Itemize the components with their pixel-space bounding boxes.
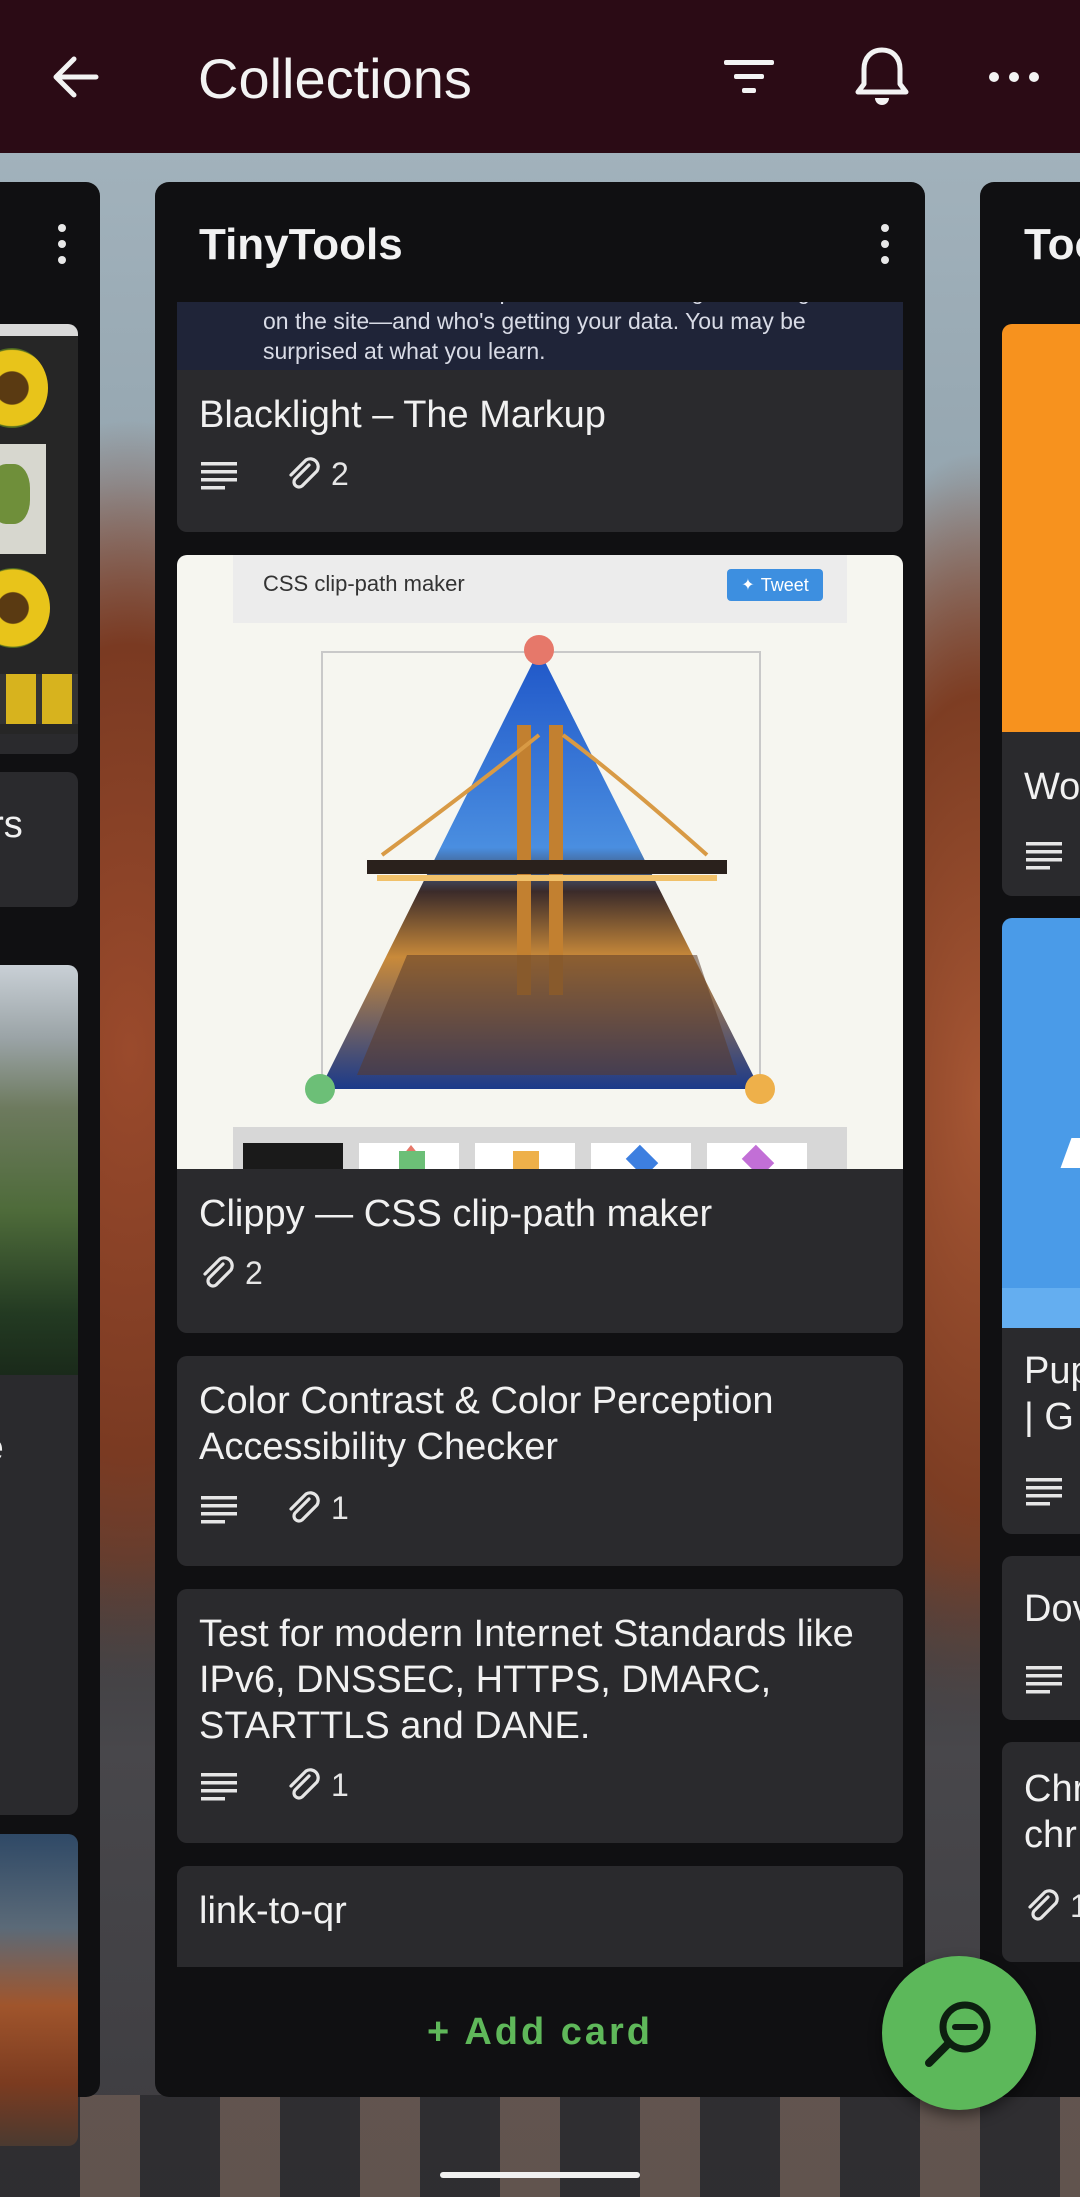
board-list-left: ers re xyxy=(0,182,100,2146)
attachment-count: 1 xyxy=(331,1490,349,1526)
description-icon xyxy=(199,1492,239,1526)
card-title-fragment: Pup xyxy=(1024,1350,1080,1392)
list-title: TinyTools xyxy=(199,220,403,269)
card-title-fragment: chr xyxy=(1024,1814,1077,1856)
card-cover-image xyxy=(1002,918,1080,1328)
card-title: Test for modern Internet Standards like … xyxy=(199,1613,854,1747)
card-badges: 1 xyxy=(199,1490,395,1527)
bell-icon[interactable] xyxy=(852,44,912,110)
card-badges: 2 xyxy=(199,1255,309,1292)
card-clippy[interactable]: CSS clip-path maker ✦ Tweet Clippy — CSS… xyxy=(177,555,903,1333)
filter-icon[interactable] xyxy=(720,52,778,102)
list-card[interactable] xyxy=(0,1834,78,2146)
list-card[interactable]: Wo xyxy=(1002,324,1080,896)
list-card[interactable]: Pup | G xyxy=(1002,918,1080,1534)
zoom-out-icon xyxy=(925,2001,991,2067)
arrow-back-icon[interactable] xyxy=(46,47,106,107)
attachment-badge: 1 xyxy=(285,1767,349,1804)
card-badges: 1 xyxy=(199,1767,395,1804)
card-title-fragment: | G xyxy=(1024,1396,1074,1438)
list-menu-icon[interactable] xyxy=(875,224,895,268)
attachment-badge: 2 xyxy=(285,456,349,493)
card-cover-text-preview: scan it and reveal the specific user-tra… xyxy=(177,302,903,370)
card-cover-image xyxy=(0,965,78,1375)
card-title-fragment: re xyxy=(0,1425,4,1471)
card-blacklight[interactable]: scan it and reveal the specific user-tra… xyxy=(177,302,903,532)
list-menu-icon[interactable] xyxy=(52,224,72,268)
add-card-button[interactable]: + Add card xyxy=(155,1967,925,2097)
card-badges: 1 xyxy=(1024,1888,1080,1925)
attachment-count: 1 xyxy=(331,1767,349,1803)
card-link-to-qr[interactable]: link-to-qr xyxy=(177,1866,903,1967)
paperclip-icon xyxy=(1028,1888,1059,1921)
list-card[interactable]: Chr chr 1 xyxy=(1002,1742,1080,1962)
top-app-bar: Collections xyxy=(0,0,1080,153)
card-cover-image xyxy=(0,1834,78,2146)
background-road-edge xyxy=(0,2095,1080,2197)
page-title: Collections xyxy=(198,47,472,110)
list-card[interactable]: re xyxy=(0,965,78,1815)
list-title-fragment: Too xyxy=(1024,220,1080,269)
paperclip-icon xyxy=(203,1255,234,1288)
home-indicator[interactable] xyxy=(440,2172,640,2178)
list-card[interactable] xyxy=(0,324,78,754)
card-title-fragment: Chr xyxy=(1024,1768,1080,1810)
board-list-right: Too Wo Pup | G Dov Chr chr 1 xyxy=(980,182,1080,2097)
card-color-contrast[interactable]: Color Contrast & Color Perception Access… xyxy=(177,1356,903,1566)
attachment-count: 2 xyxy=(245,1255,263,1291)
card-cover-image: CSS clip-path maker ✦ Tweet xyxy=(177,555,903,1169)
card-title: link-to-qr xyxy=(199,1890,347,1932)
description-icon xyxy=(1024,838,1064,872)
more-horizontal-icon[interactable] xyxy=(985,60,1043,94)
attachment-count: 1 xyxy=(1070,1888,1080,1924)
bridge-triangle-image xyxy=(233,635,847,1169)
preview-text: scan it and reveal the specific user-tra… xyxy=(263,302,840,364)
card-cover-image xyxy=(0,324,78,734)
paperclip-icon xyxy=(289,1767,320,1800)
list-cards-scroll[interactable]: scan it and reveal the specific user-tra… xyxy=(177,302,903,1967)
paperclip-icon xyxy=(289,1490,320,1523)
card-title-fragment: ers xyxy=(0,804,23,846)
paperclip-icon xyxy=(289,456,320,489)
zoom-out-fab[interactable] xyxy=(882,1956,1036,2110)
list-card[interactable]: Dov xyxy=(1002,1556,1080,1720)
card-title: Clippy — CSS clip-path maker xyxy=(199,1193,713,1235)
attachment-badge: 1 xyxy=(285,1490,349,1527)
description-icon xyxy=(1024,1474,1064,1508)
card-cover-image xyxy=(1002,324,1080,732)
card-internet-standards[interactable]: Test for modern Internet Standards like … xyxy=(177,1589,903,1843)
list-card[interactable]: ers xyxy=(0,772,78,907)
description-icon xyxy=(199,458,239,492)
card-title-fragment: Dov xyxy=(1024,1588,1080,1630)
attachment-count: 2 xyxy=(331,456,349,492)
card-title: Color Contrast & Color Perception Access… xyxy=(199,1380,774,1468)
card-badges: 2 xyxy=(199,456,395,493)
card-title-fragment: Wo xyxy=(1024,766,1080,808)
board-list-tinytools: TinyTools scan it and reveal the specifi… xyxy=(155,182,925,2097)
attachment-badge: 2 xyxy=(199,1255,263,1292)
card-title: Blacklight – The Markup xyxy=(199,394,606,436)
description-icon xyxy=(199,1769,239,1803)
description-icon xyxy=(1024,1662,1064,1696)
